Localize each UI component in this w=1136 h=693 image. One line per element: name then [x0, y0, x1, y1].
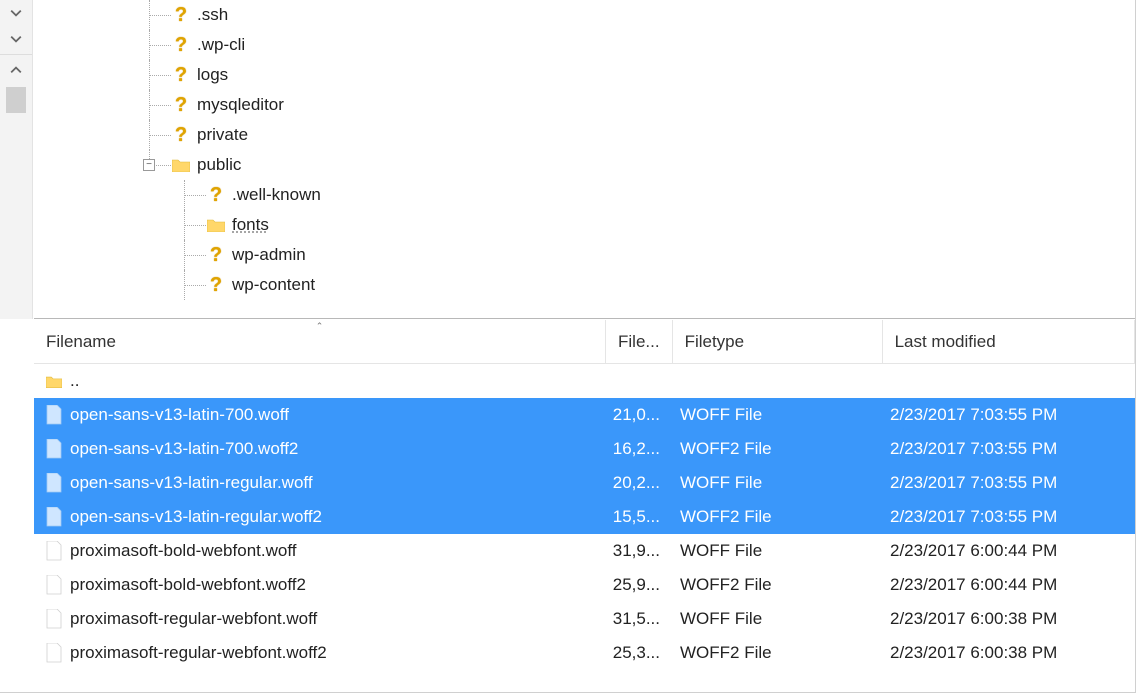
file-row[interactable]: open-sans-v13-latin-700.woff21,0...WOFF …	[34, 398, 1135, 432]
file-type: WOFF File	[668, 473, 878, 493]
tree-item-label: wp-content	[232, 275, 315, 295]
file-type: WOFF File	[668, 405, 878, 425]
file-list-header: Filename ⌃ File... Filetype Last modifie…	[34, 320, 1135, 364]
file-name: open-sans-v13-latin-regular.woff	[70, 473, 606, 493]
tree-item-label: public	[197, 155, 241, 175]
file-date: 2/23/2017 6:00:38 PM	[878, 609, 1135, 629]
file-type: WOFF2 File	[668, 643, 878, 663]
tree-item-label: fonts	[232, 215, 269, 235]
file-date: 2/23/2017 6:00:44 PM	[878, 575, 1135, 595]
question-icon: ?	[206, 185, 226, 205]
file-icon	[44, 539, 64, 563]
file-icon	[44, 403, 64, 427]
tree-item-logs[interactable]: ? logs	[34, 60, 1135, 90]
file-icon	[44, 573, 64, 597]
file-list-pane: Filename ⌃ File... Filetype Last modifie…	[34, 320, 1135, 692]
file-name: proximasoft-regular-webfont.woff	[70, 609, 606, 629]
file-date: 2/23/2017 7:03:55 PM	[878, 405, 1135, 425]
scroll-down-button[interactable]	[0, 0, 32, 26]
file-name: open-sans-v13-latin-regular.woff2	[70, 507, 606, 527]
sort-indicator-icon: ⌃	[316, 321, 324, 332]
file-type: WOFF2 File	[668, 507, 878, 527]
file-size: 16,2...	[606, 439, 668, 459]
tree-item--wp-cli[interactable]: ? .wp-cli	[34, 30, 1135, 60]
file-type: WOFF File	[668, 541, 878, 561]
column-header-filetype[interactable]: Filetype	[673, 320, 883, 363]
question-icon: ?	[206, 275, 226, 295]
tree-toggle-icon[interactable]: −	[143, 159, 155, 171]
file-row[interactable]: proximasoft-bold-webfont.woff31,9...WOFF…	[34, 534, 1135, 568]
column-header-filesize-label: File...	[618, 332, 660, 352]
file-row[interactable]: open-sans-v13-latin-700.woff216,2...WOFF…	[34, 432, 1135, 466]
column-header-filename-label: Filename	[46, 332, 116, 352]
folder-icon	[171, 155, 191, 175]
question-icon: ?	[171, 95, 191, 115]
tree-item-label: private	[197, 125, 248, 145]
tree-item-label: logs	[197, 65, 228, 85]
file-row[interactable]: proximasoft-regular-webfont.woff225,3...…	[34, 636, 1135, 670]
scroll-up-button[interactable]	[0, 57, 32, 83]
folder-tree-pane: ? .ssh? .wp-cli? logs? mysqleditor? private − p…	[34, 0, 1135, 319]
file-icon	[44, 437, 64, 461]
file-size: 21,0...	[606, 405, 668, 425]
tree-item-private[interactable]: ? private	[34, 120, 1135, 150]
file-date: 2/23/2017 7:03:55 PM	[878, 473, 1135, 493]
file-icon	[44, 471, 64, 495]
file-name: open-sans-v13-latin-700.woff2	[70, 439, 606, 459]
file-row[interactable]: proximasoft-regular-webfont.woff31,5...W…	[34, 602, 1135, 636]
file-size: 15,5...	[606, 507, 668, 527]
scroll-down-button-2[interactable]	[0, 26, 32, 52]
file-name: proximasoft-bold-webfont.woff	[70, 541, 606, 561]
tree-item-label: .ssh	[197, 5, 228, 25]
question-icon: ?	[206, 245, 226, 265]
file-size: 31,5...	[606, 609, 668, 629]
file-size: 25,9...	[606, 575, 668, 595]
tree-item-mysqleditor[interactable]: ? mysqleditor	[34, 90, 1135, 120]
tree-item-label: mysqleditor	[197, 95, 284, 115]
tree-item-wp-content[interactable]: ? wp-content	[34, 270, 1135, 300]
column-header-filesize[interactable]: File...	[606, 320, 673, 363]
column-header-modified-label: Last modified	[895, 332, 996, 352]
column-header-filename[interactable]: Filename ⌃	[34, 320, 606, 363]
tree-item-public[interactable]: − public	[34, 150, 1135, 180]
tree-item-label: wp-admin	[232, 245, 306, 265]
question-icon: ?	[171, 35, 191, 55]
file-row[interactable]: open-sans-v13-latin-regular.woff215,5...…	[34, 500, 1135, 534]
file-icon	[44, 641, 64, 665]
scrollbar-thumb[interactable]	[6, 87, 26, 113]
file-type: WOFF File	[668, 609, 878, 629]
file-icon	[44, 607, 64, 631]
file-date: 2/23/2017 6:00:38 PM	[878, 643, 1135, 663]
column-header-filetype-label: Filetype	[685, 332, 745, 352]
file-size: 25,3...	[606, 643, 668, 663]
file-name: proximasoft-regular-webfont.woff2	[70, 643, 606, 663]
file-date: 2/23/2017 7:03:55 PM	[878, 507, 1135, 527]
column-header-modified[interactable]: Last modified	[883, 320, 1135, 363]
parent-dir-label: ..	[70, 371, 606, 391]
file-icon	[44, 505, 64, 529]
file-date: 2/23/2017 6:00:44 PM	[878, 541, 1135, 561]
tree-item-label: .well-known	[232, 185, 321, 205]
file-date: 2/23/2017 7:03:55 PM	[878, 439, 1135, 459]
tree-item-fonts[interactable]: fonts	[34, 210, 1135, 240]
question-icon: ?	[171, 125, 191, 145]
parent-dir-row[interactable]: ..	[34, 364, 1135, 398]
file-type: WOFF2 File	[668, 575, 878, 595]
file-row[interactable]: open-sans-v13-latin-regular.woff20,2...W…	[34, 466, 1135, 500]
tree-item--ssh[interactable]: ? .ssh	[34, 0, 1135, 30]
folder-icon	[206, 215, 226, 235]
file-row[interactable]: proximasoft-bold-webfont.woff225,9...WOF…	[34, 568, 1135, 602]
tree-item--well-known[interactable]: ? .well-known	[34, 180, 1135, 210]
left-gutter	[0, 0, 33, 319]
file-name: proximasoft-bold-webfont.woff2	[70, 575, 606, 595]
file-type: WOFF2 File	[668, 439, 878, 459]
tree-item-label: .wp-cli	[197, 35, 245, 55]
question-icon: ?	[171, 65, 191, 85]
file-size: 20,2...	[606, 473, 668, 493]
question-icon: ?	[171, 5, 191, 25]
file-name: open-sans-v13-latin-700.woff	[70, 405, 606, 425]
folder-icon	[44, 369, 64, 393]
file-size: 31,9...	[606, 541, 668, 561]
tree-item-wp-admin[interactable]: ? wp-admin	[34, 240, 1135, 270]
